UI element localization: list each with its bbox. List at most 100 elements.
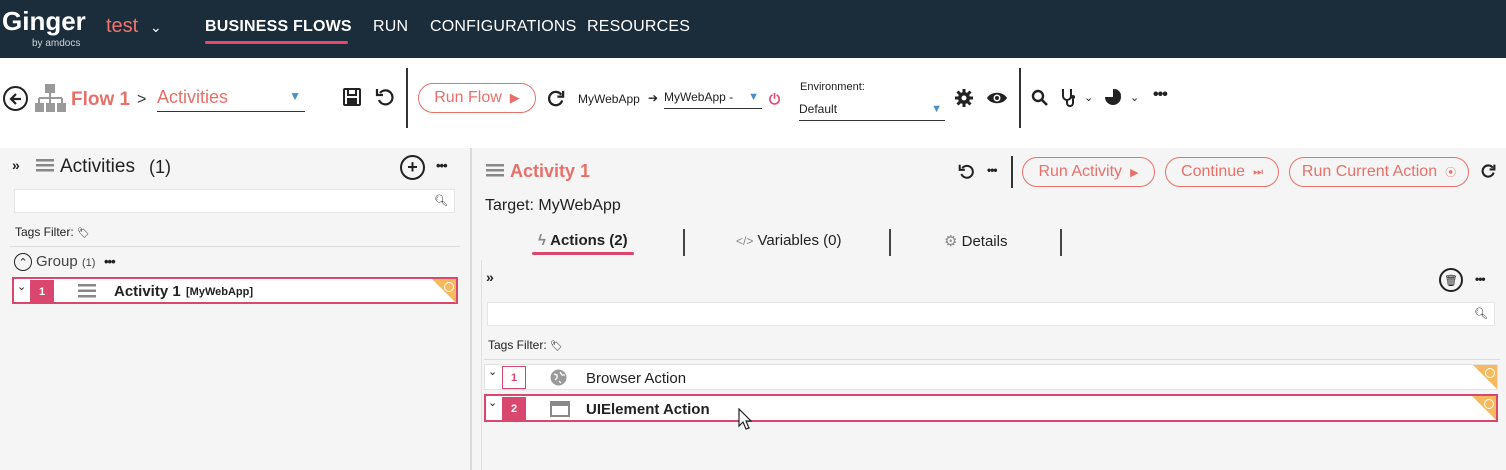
actions-search-input[interactable]: 🔍︎: [487, 302, 1495, 326]
run-flow-label: Run Flow: [434, 89, 502, 106]
app-from-label: MyWebApp: [578, 92, 640, 106]
activities-search-input[interactable]: 🔍︎: [14, 189, 455, 213]
activity-number: 1: [30, 280, 54, 303]
chevron-down-icon[interactable]: ⌄: [488, 365, 497, 378]
target-icon: ⦿: [1445, 167, 1457, 179]
search-icon[interactable]: [1031, 89, 1049, 112]
nav-active-indicator: [205, 41, 348, 44]
flow-hierarchy-icon: [34, 83, 66, 118]
back-arrow-icon[interactable]: [3, 86, 28, 111]
more-options-icon[interactable]: •••: [1153, 86, 1168, 104]
nav-run[interactable]: RUN: [373, 18, 408, 36]
flow-toolbar: Flow 1 > Activities ▼ Run Flow ▶ MyWebAp…: [0, 58, 1506, 148]
tags-filter-text: Tags Filter:: [15, 225, 74, 239]
status-icon: [1484, 399, 1494, 409]
chevron-down-icon[interactable]: ⌄: [150, 19, 162, 36]
toolbar-divider: [406, 68, 408, 128]
activity-row[interactable]: ⌄ 1 Activity 1 [MyWebApp]: [12, 277, 458, 304]
activity-name: Activity 1: [114, 283, 181, 300]
tags-filter-label[interactable]: Tags Filter: 🏷︎: [15, 225, 90, 239]
arrow-right-icon: ➔: [648, 91, 659, 105]
drag-handle-icon: [78, 284, 96, 303]
app-logo: Ginger: [2, 6, 86, 36]
nav-configurations[interactable]: CONFIGURATIONS: [430, 18, 577, 36]
refresh-icon[interactable]: [546, 89, 565, 113]
action-row[interactable]: ⌄ 1 Browser Action: [484, 364, 1498, 390]
code-icon: </>: [736, 234, 754, 248]
activity-title: Activity 1: [510, 161, 591, 181]
chevron-down-icon[interactable]: ⌄: [488, 396, 497, 409]
view-select[interactable]: Activities ▼: [157, 87, 305, 112]
undo-icon[interactable]: [375, 87, 395, 112]
globe-icon: [550, 369, 567, 391]
tags-filter-label[interactable]: Tags Filter: 🏷︎: [488, 338, 563, 352]
tab-actions[interactable]: ϟ Actions (2): [538, 232, 628, 249]
run-activity-label: Run Activity: [1038, 163, 1123, 180]
continue-button[interactable]: Continue ⏭: [1165, 157, 1279, 187]
search-icon: 🔍︎: [1474, 308, 1488, 320]
drag-handle-icon: [36, 158, 54, 178]
chevron-down-icon[interactable]: ⌄: [1130, 91, 1139, 104]
delete-icon[interactable]: 🗑︎: [1439, 268, 1463, 292]
run-current-action-label: Run Current Action: [1301, 163, 1438, 180]
eye-icon[interactable]: [986, 91, 1008, 110]
tab-details-label: Details: [961, 233, 1008, 250]
more-options-icon[interactable]: •••: [987, 163, 998, 177]
tab-variables[interactable]: </> Variables (0): [736, 232, 841, 249]
nav-business-flows[interactable]: BUSINESS FLOWS: [205, 18, 352, 36]
group-count: (1): [82, 257, 96, 269]
play-icon: ▶: [1130, 166, 1139, 179]
chevron-down-icon: ▼: [289, 89, 301, 103]
environment-label: Environment:: [800, 81, 865, 93]
nav-resources[interactable]: RESOURCES: [587, 18, 690, 36]
save-icon[interactable]: [342, 87, 362, 112]
pie-chart-icon[interactable]: [1104, 88, 1122, 111]
environment-value: Default: [799, 102, 838, 116]
run-flow-button[interactable]: Run Flow ▶: [418, 83, 536, 113]
refresh-icon[interactable]: [1480, 163, 1496, 184]
view-select-value: Activities: [157, 87, 229, 107]
undo-icon[interactable]: [958, 163, 975, 185]
activities-count: (1): [149, 157, 171, 177]
tag-icon: 🏷︎: [77, 228, 90, 239]
activity-target: [MyWebApp]: [186, 286, 254, 298]
more-options-icon[interactable]: •••: [1475, 272, 1486, 286]
lightning-icon: ϟ: [538, 232, 546, 249]
more-options-icon[interactable]: •••: [436, 158, 448, 173]
tab-separator: [1060, 229, 1062, 256]
collapse-all-icon[interactable]: »: [486, 269, 494, 285]
status-icon: [1485, 368, 1495, 378]
more-options-icon[interactable]: •••: [104, 254, 116, 269]
action-row-selected[interactable]: ⌄ 2 UIElement Action: [484, 394, 1498, 422]
app-logo-sub: by amdocs: [32, 38, 81, 49]
add-activity-icon[interactable]: +: [400, 155, 425, 180]
top-nav-bar: Ginger by amdocs test ⌄ BUSINESS FLOWS R…: [0, 0, 1506, 58]
activity-target: Target: MyWebApp: [485, 197, 621, 214]
tags-filter-text: Tags Filter:: [488, 338, 547, 352]
mouse-cursor-icon: [738, 407, 753, 435]
continue-label: Continue: [1181, 163, 1246, 180]
activities-title: Activities: [60, 156, 135, 177]
action-name: Browser Action: [586, 370, 687, 387]
chevron-down-icon: ▼: [931, 103, 942, 115]
skip-forward-icon: ⏭: [1253, 165, 1263, 178]
tab-separator: [889, 229, 891, 256]
run-current-action-button[interactable]: Run Current Action ⦿: [1289, 157, 1469, 187]
action-name: UIElement Action: [586, 401, 710, 418]
group-name: Group: [36, 253, 78, 270]
collapse-all-icon[interactable]: »: [12, 157, 20, 173]
group-collapse-icon[interactable]: ⌃: [14, 253, 32, 271]
tab-details[interactable]: ⚙ Details: [944, 232, 1007, 250]
run-activity-button[interactable]: Run Activity ▶: [1022, 157, 1155, 187]
toolbar-divider: [1011, 156, 1013, 188]
stethoscope-icon[interactable]: [1060, 88, 1078, 113]
target-app-select[interactable]: MyWebApp - ▼: [664, 90, 762, 109]
tab-actions-label: Actions (2): [550, 232, 628, 249]
breadcrumb-separator: >: [137, 91, 147, 108]
chevron-down-icon[interactable]: ⌄: [17, 280, 26, 293]
power-icon[interactable]: ⏻: [769, 91, 780, 108]
gear-icon[interactable]: [954, 88, 974, 113]
chevron-down-icon[interactable]: ⌄: [1084, 91, 1093, 104]
solution-name[interactable]: test: [106, 15, 138, 38]
environment-select[interactable]: Default ▼: [799, 102, 945, 121]
